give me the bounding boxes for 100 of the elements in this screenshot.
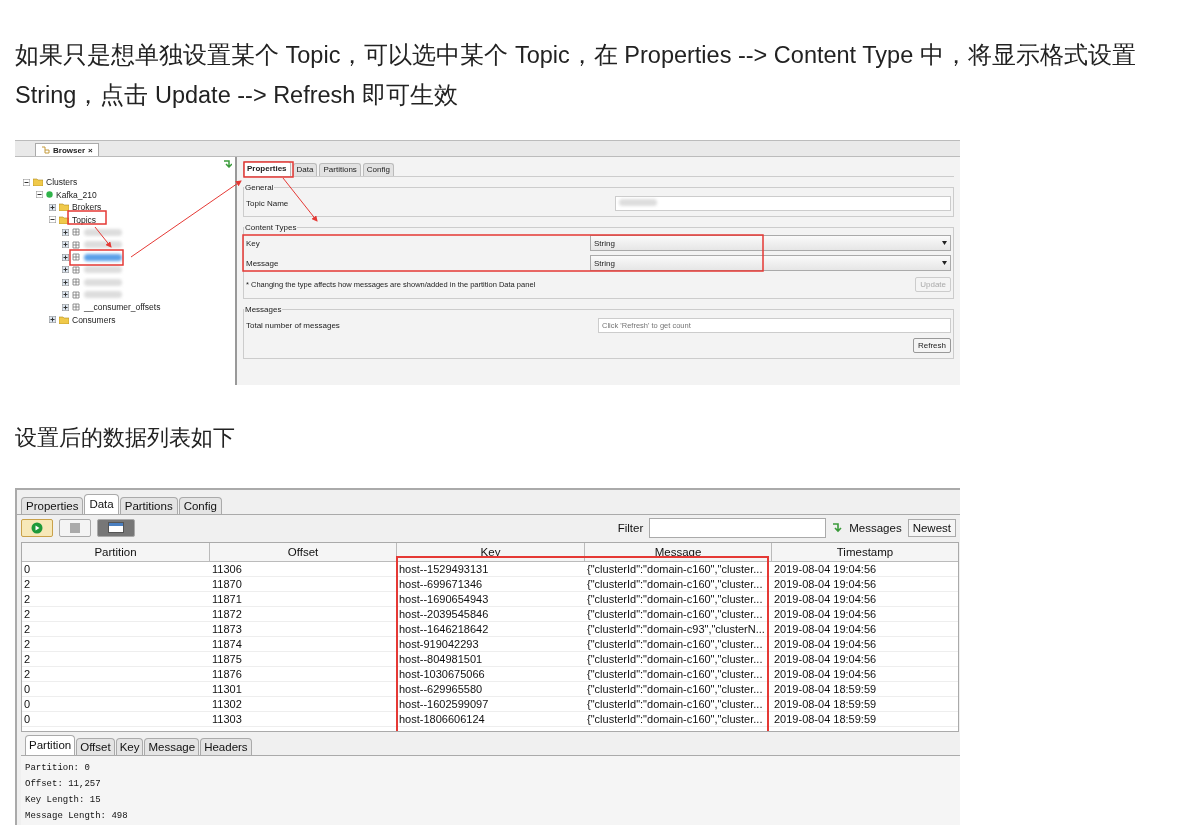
expand-icon[interactable] bbox=[62, 253, 69, 261]
status-dot-icon bbox=[46, 191, 53, 199]
tab[interactable]: Partitions bbox=[319, 163, 361, 176]
table-cell: 0 bbox=[22, 697, 210, 712]
table-cell: 11302 bbox=[210, 697, 397, 712]
detail-text: Offset: 11,257 bbox=[25, 778, 102, 791]
annotation-box bbox=[67, 210, 107, 225]
table-cell: {"clusterId":"domain-c160","cluster... bbox=[585, 577, 772, 592]
table-cell: 2019-08-04 18:59:59 bbox=[772, 712, 958, 727]
topic-icon bbox=[72, 253, 81, 262]
tab[interactable]: Partition bbox=[25, 735, 76, 755]
table-cell: host-1806606124 bbox=[397, 712, 585, 727]
table-cell: 11876 bbox=[210, 667, 397, 682]
paragraph: 设置后的数据列表如下 bbox=[15, 425, 236, 452]
table-cell: 2019-08-04 19:04:56 bbox=[772, 592, 958, 607]
collapse-icon[interactable] bbox=[36, 191, 43, 199]
tree-item[interactable]: Topics bbox=[72, 214, 97, 225]
topic-icon bbox=[72, 240, 81, 249]
folder-icon bbox=[33, 178, 43, 187]
close-icon[interactable]: × bbox=[88, 145, 93, 155]
table-cell: 11303 bbox=[210, 712, 397, 727]
topic-icon bbox=[72, 228, 81, 237]
column-header[interactable]: Timestamp bbox=[772, 543, 958, 562]
caret-icon bbox=[942, 241, 947, 245]
table-cell: 2019-08-04 19:04:56 bbox=[772, 562, 958, 577]
table-cell: 2019-08-04 19:04:56 bbox=[772, 607, 958, 622]
table-cell: 2019-08-04 19:04:56 bbox=[772, 667, 958, 682]
window-button[interactable] bbox=[97, 518, 135, 537]
table-cell: 2 bbox=[22, 652, 210, 667]
column-header[interactable]: Partition bbox=[22, 543, 210, 562]
expand-icon[interactable] bbox=[62, 228, 69, 236]
table-cell: 2 bbox=[22, 622, 210, 637]
paragraph-line: 如果只是想单独设置某个 Topic，可以选中某个 Topic，在 Properties --> Content Type 中，将显示格式设置 bbox=[15, 41, 1136, 70]
table-cell: {"clusterId":"domain-c160","cluster... bbox=[585, 652, 772, 667]
table-cell: 2 bbox=[22, 667, 210, 682]
collapse-icon[interactable] bbox=[23, 178, 30, 186]
table-cell: 0 bbox=[22, 682, 210, 697]
topic-icon bbox=[72, 265, 81, 274]
table-cell: 2 bbox=[22, 592, 210, 607]
field-label: Total number of messages bbox=[246, 320, 341, 330]
table-cell: 2 bbox=[22, 607, 210, 622]
tab[interactable]: Config bbox=[362, 163, 394, 176]
play-icon bbox=[31, 521, 43, 534]
expand-icon[interactable] bbox=[62, 303, 69, 311]
play-button[interactable] bbox=[21, 518, 53, 537]
table-cell: {"clusterId":"domain-c160","cluster... bbox=[585, 637, 772, 652]
table-cell: 11875 bbox=[210, 652, 397, 667]
dropdown[interactable]: String bbox=[590, 255, 951, 271]
expand-icon[interactable] bbox=[62, 291, 69, 299]
field-label: Message bbox=[246, 258, 280, 268]
tab[interactable]: Properties bbox=[21, 497, 84, 514]
tab[interactable]: Offset bbox=[76, 738, 115, 755]
table-cell: 2 bbox=[22, 637, 210, 652]
apply-icon[interactable] bbox=[832, 522, 844, 533]
table-cell: {"clusterId":"domain-c160","cluster... bbox=[585, 592, 772, 607]
annotation-box bbox=[243, 161, 294, 178]
table-cell: 11306 bbox=[210, 562, 397, 577]
table-cell: 0 bbox=[22, 562, 210, 577]
tab[interactable]: Message bbox=[144, 738, 200, 755]
table-cell: 2019-08-04 18:59:59 bbox=[772, 697, 958, 712]
view-tab[interactable]: Browser × bbox=[35, 143, 99, 156]
tree-item[interactable]: __consumer_offsets bbox=[84, 302, 161, 313]
tab[interactable]: Partitions bbox=[119, 497, 178, 514]
refresh-button[interactable]: Refresh bbox=[913, 337, 951, 353]
tab[interactable]: Key bbox=[115, 738, 144, 755]
sync-icon[interactable] bbox=[223, 160, 232, 168]
tree-item[interactable]: Consumers bbox=[72, 314, 116, 325]
expand-icon[interactable] bbox=[49, 316, 56, 324]
expand-icon[interactable] bbox=[62, 266, 69, 274]
table-cell: 2019-08-04 19:04:56 bbox=[772, 577, 958, 592]
tree-item[interactable]: Clusters bbox=[46, 177, 78, 188]
filter-field[interactable] bbox=[649, 517, 827, 538]
table-cell: 11872 bbox=[210, 607, 397, 622]
table-cell: {"clusterId":"domain-c160","cluster... bbox=[585, 682, 772, 697]
table-cell: host--629965580 bbox=[397, 682, 585, 697]
detail-text: Key Length: 15 bbox=[25, 794, 102, 807]
expand-icon[interactable] bbox=[49, 203, 56, 211]
table-cell: 11301 bbox=[210, 682, 397, 697]
table-cell: host-1030675066 bbox=[397, 667, 585, 682]
column-header[interactable]: Offset bbox=[210, 543, 397, 562]
expand-icon[interactable] bbox=[62, 241, 69, 249]
caret-icon bbox=[942, 261, 947, 265]
redacted-label[interactable] bbox=[84, 241, 122, 249]
tab[interactable]: Config bbox=[178, 497, 222, 514]
input-field[interactable] bbox=[615, 195, 951, 211]
field-label: Messages bbox=[849, 521, 902, 534]
table-cell: {"clusterId":"domain-c160","cluster... bbox=[585, 607, 772, 622]
topic-icon bbox=[72, 303, 81, 312]
table-cell: {"clusterId":"domain-c93","clusterN... bbox=[585, 622, 772, 637]
table-cell: host--1529493131 bbox=[397, 562, 585, 577]
tab[interactable]: Data bbox=[292, 163, 318, 176]
collapse-icon[interactable] bbox=[49, 216, 56, 224]
dropdown[interactable]: String bbox=[590, 235, 951, 251]
expand-icon[interactable] bbox=[62, 278, 69, 286]
tab[interactable]: Headers bbox=[200, 738, 252, 755]
tree-item[interactable]: Kafka_210 bbox=[56, 189, 97, 200]
group-title: General bbox=[244, 183, 275, 192]
dropdown[interactable]: Newest bbox=[907, 518, 956, 537]
tree-item[interactable]: Brokers bbox=[72, 202, 102, 213]
tab[interactable]: Data bbox=[84, 494, 119, 514]
